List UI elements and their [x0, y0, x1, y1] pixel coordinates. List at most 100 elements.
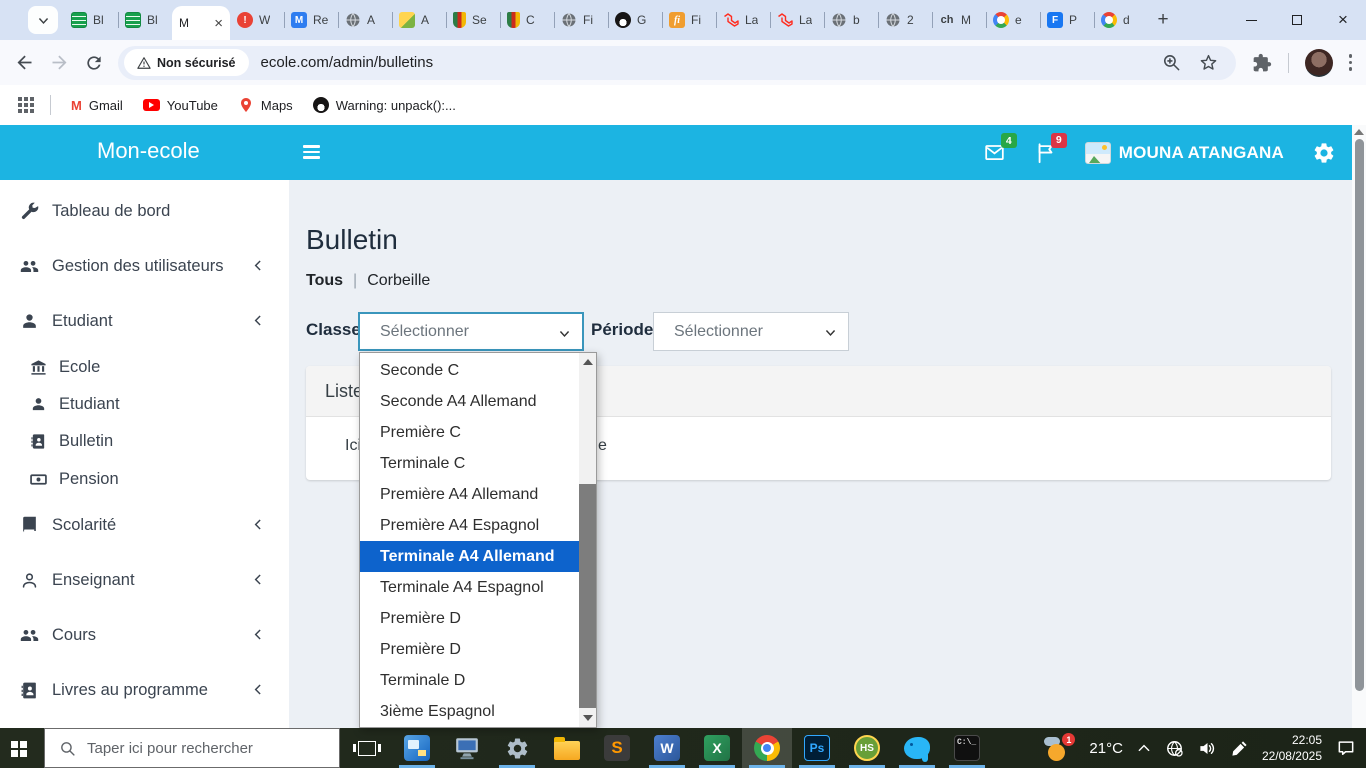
url-text[interactable]: ecole.com/admin/bulletins	[261, 54, 434, 71]
taskbar-app-laragon[interactable]	[892, 728, 942, 768]
bookmark-gmail[interactable]: M Gmail	[71, 98, 123, 113]
taskbar-app-word[interactable]: W	[642, 728, 692, 768]
apps-grid-icon[interactable]	[18, 97, 22, 101]
filter-corbeille[interactable]: Corbeille	[367, 272, 430, 290]
sidebar-item-pension[interactable]: Pension	[0, 464, 289, 494]
browser-tab[interactable]: Bl	[118, 0, 172, 40]
start-button[interactable]	[0, 728, 44, 768]
close-button[interactable]: ×	[1320, 0, 1366, 40]
scroll-up-icon[interactable]	[582, 359, 593, 365]
volume-icon[interactable]	[1198, 739, 1217, 758]
taskbar-app-console[interactable]	[392, 728, 442, 768]
new-tab-button[interactable]: +	[1148, 5, 1178, 35]
forward-button[interactable]	[49, 52, 70, 73]
dropdown-option[interactable]: Terminale A4 Espagnol	[360, 572, 579, 603]
scrollbar-thumb[interactable]	[1354, 139, 1364, 691]
dropdown-option[interactable]: 3ième Espagnol	[360, 696, 579, 727]
taskbar-app-heidisql[interactable]: HS	[842, 728, 892, 768]
sidebar-item-etudiant[interactable]: Etudiant	[0, 306, 289, 336]
messages-button[interactable]: 4	[982, 133, 1017, 163]
browser-tab[interactable]: C	[500, 0, 554, 40]
sidebar-item-etudiant-sub[interactable]: Etudiant	[0, 389, 289, 419]
taskbar-search[interactable]: Taper ici pour rechercher	[44, 728, 340, 768]
bookmark-github[interactable]: Warning: unpack():...	[312, 97, 456, 113]
notification-center-icon[interactable]	[1336, 738, 1356, 758]
browser-tab[interactable]: La	[716, 0, 770, 40]
taskbar-app-terminal[interactable]: C:\_	[942, 728, 992, 768]
dropdown-option[interactable]: Première A4 Espagnol	[360, 510, 579, 541]
classe-select[interactable]: Sélectionner	[358, 312, 584, 351]
taskbar-app-computer[interactable]	[442, 728, 492, 768]
browser-menu-icon[interactable]	[1348, 54, 1352, 71]
dropdown-option[interactable]: Première C	[360, 417, 579, 448]
browser-tab[interactable]: b	[824, 0, 878, 40]
page-scrollbar[interactable]	[1352, 125, 1366, 728]
browser-tab[interactable]: M Re	[284, 0, 338, 40]
browser-tab[interactable]: A	[338, 0, 392, 40]
sidebar-item-gestion-utilisateurs[interactable]: Gestion des utilisateurs	[0, 251, 289, 281]
browser-tab[interactable]: A	[392, 0, 446, 40]
sidebar-item-cours[interactable]: Cours	[0, 620, 289, 650]
taskbar-app-settings[interactable]	[492, 728, 542, 768]
restore-button[interactable]	[1274, 0, 1320, 40]
temperature[interactable]: 21°C	[1089, 740, 1123, 757]
browser-tab[interactable]: Bl	[64, 0, 118, 40]
settings-gears-icon[interactable]	[1312, 141, 1336, 165]
browser-tab[interactable]: Se	[446, 0, 500, 40]
scroll-down-icon[interactable]	[582, 715, 593, 721]
browser-tab[interactable]: d	[1094, 0, 1148, 40]
sidebar-item-bulletin[interactable]: Bulletin	[0, 426, 289, 456]
weather-widget[interactable]: 1	[1043, 733, 1076, 763]
security-chip[interactable]: Non sécurisé	[124, 49, 249, 76]
tray-chevron-up-icon[interactable]	[1137, 741, 1151, 755]
tab-close-icon[interactable]: ×	[214, 16, 223, 31]
browser-tab[interactable]: Fi	[554, 0, 608, 40]
sidebar-item-scolarite[interactable]: Scolarité	[0, 510, 289, 540]
scroll-up-icon[interactable]	[1354, 129, 1364, 135]
tab-search-button[interactable]	[28, 6, 58, 34]
browser-tab[interactable]: La	[770, 0, 824, 40]
dropdown-option[interactable]: Première D	[360, 603, 579, 634]
taskbar-app-excel[interactable]: X	[692, 728, 742, 768]
bookmark-youtube[interactable]: YouTube	[142, 98, 218, 113]
browser-tab-active[interactable]: M ×	[172, 6, 230, 40]
dropdown-option[interactable]: Première A4 Allemand	[360, 479, 579, 510]
taskbar-app-sublime[interactable]: S	[592, 728, 642, 768]
user-menu[interactable]: MOUNA ATANGANA	[1084, 141, 1284, 164]
browser-tab[interactable]: ! W	[230, 0, 284, 40]
filter-tous[interactable]: Tous	[306, 272, 343, 290]
dropdown-option[interactable]: Seconde A4 Allemand	[360, 386, 579, 417]
sidebar-item-livres-au-programme[interactable]: Livres au programme	[0, 675, 289, 705]
address-bar[interactable]: Non sécurisé ecole.com/admin/bulletins	[118, 45, 1236, 80]
app-brand[interactable]: Mon-ecole	[97, 138, 200, 164]
task-view-button[interactable]	[342, 728, 392, 768]
browser-tab[interactable]: fi Fi	[662, 0, 716, 40]
periode-select[interactable]: Sélectionner	[653, 312, 849, 351]
zoom-icon[interactable]	[1162, 53, 1181, 72]
dropdown-option-highlighted[interactable]: Terminale A4 Allemand	[360, 541, 579, 572]
sidebar-item-ecole[interactable]: Ecole	[0, 352, 289, 382]
browser-tab[interactable]: e	[986, 0, 1040, 40]
scrollbar-thumb[interactable]	[579, 484, 596, 708]
reload-button[interactable]	[84, 53, 104, 73]
dropdown-scrollbar[interactable]	[579, 353, 596, 727]
taskbar-app-chrome[interactable]	[742, 728, 792, 768]
browser-tab[interactable]: FP	[1040, 0, 1094, 40]
bookmark-star-icon[interactable]	[1199, 53, 1218, 72]
dropdown-option[interactable]: Terminale C	[360, 448, 579, 479]
pen-icon[interactable]	[1231, 740, 1248, 757]
back-button[interactable]	[14, 52, 35, 73]
sidebar-toggle-icon[interactable]	[303, 145, 320, 159]
minimize-button[interactable]	[1228, 0, 1274, 40]
notifications-button[interactable]: 9	[1035, 132, 1067, 164]
browser-tab[interactable]: 2	[878, 0, 932, 40]
browser-tab[interactable]: ch M	[932, 0, 986, 40]
taskbar-app-photoshop[interactable]: Ps	[792, 728, 842, 768]
clock[interactable]: 22:05 22/08/2025	[1262, 732, 1322, 764]
dropdown-option[interactable]: Terminale D	[360, 665, 579, 696]
network-offline-icon[interactable]	[1165, 739, 1184, 758]
bookmark-maps[interactable]: Maps	[238, 97, 293, 113]
sidebar-item-tableau-de-bord[interactable]: Tableau de bord	[0, 196, 289, 226]
sidebar-item-enseignant[interactable]: Enseignant	[0, 565, 289, 595]
browser-tab[interactable]: G	[608, 0, 662, 40]
